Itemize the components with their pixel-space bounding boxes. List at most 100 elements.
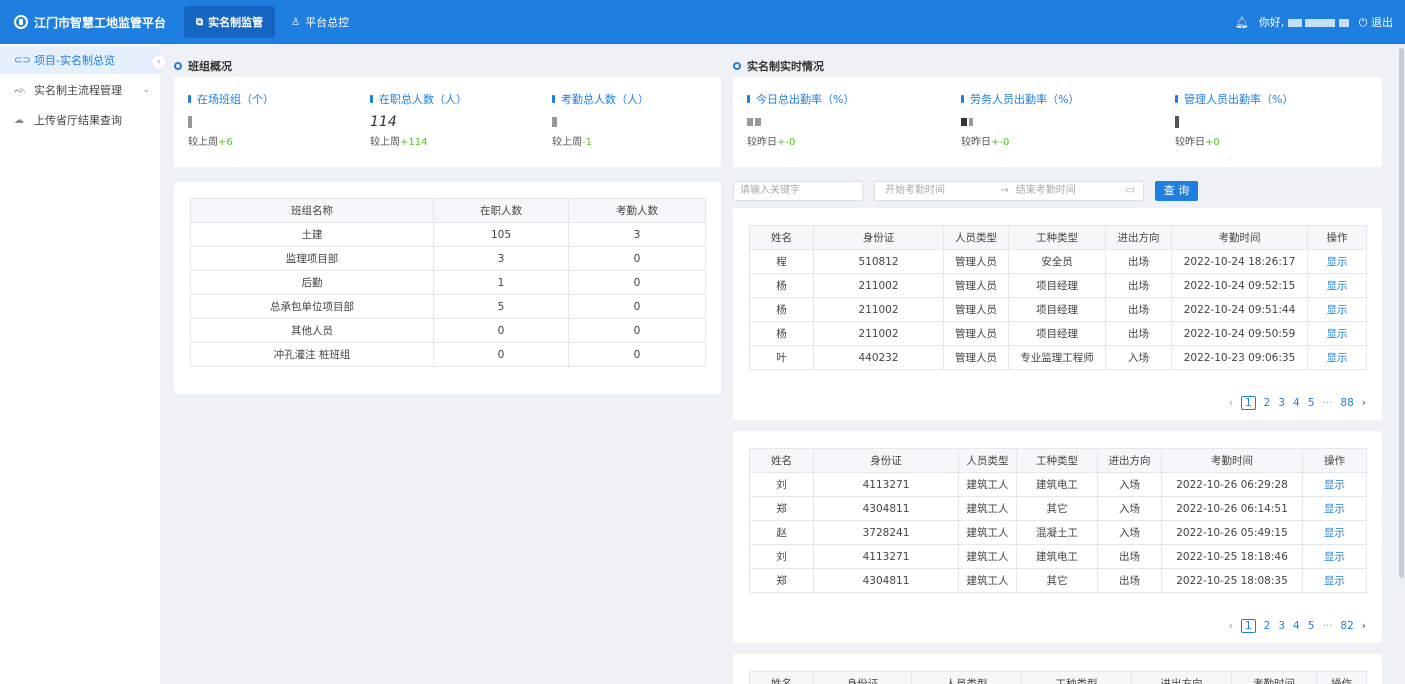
calendar-icon: ▭ xyxy=(1125,185,1135,196)
table-cell: 叶 xyxy=(749,345,814,370)
query-button[interactable]: 查 询 xyxy=(1155,181,1198,201)
tab-platform-control[interactable]: ♙ 平台总控 xyxy=(279,6,361,38)
prev-page-button[interactable]: ‹ xyxy=(1229,620,1233,632)
last-page-button[interactable]: 88 xyxy=(1340,397,1353,409)
collapse-sidebar-button[interactable]: ‹ xyxy=(151,54,167,70)
team-overview-title: 班组概况 xyxy=(174,58,232,74)
worker-attendance-table: 姓名 身份证 人员类型 工种类型 进出方向 考勤时间 操作 刘 4113271 建筑工人 建筑电工… xyxy=(749,448,1367,593)
table-cell: 建筑工人 xyxy=(958,496,1017,521)
management-attendance-table: 姓名 身份证 人员类型 工种类型 进出方向 考勤时间 操作 程 510812 管理人员 安全员 出场… xyxy=(749,225,1367,370)
team-table: 班组名称 在职人数 考勤人数 土建 105 3 监理项目部 3 0 后勤 1 0 总承包单位项目部 5 0… xyxy=(190,198,706,367)
next-page-button[interactable]: › xyxy=(1362,397,1366,409)
column-header: 操作 xyxy=(1307,225,1367,250)
sidebar-item-realname-overview[interactable]: ⊂⊃ 项目-实名制总览 xyxy=(0,46,160,74)
show-detail-link[interactable]: 显示 xyxy=(1324,479,1345,491)
third-attendance-card: 姓名 身份证 人员类型 工种类型 进出方向 考勤时间 操作 xyxy=(733,654,1382,684)
page-button[interactable]: 3 xyxy=(1278,397,1285,409)
column-header: 工种类型 xyxy=(1016,448,1098,473)
show-detail-link[interactable]: 显示 xyxy=(1324,575,1345,587)
table-cell: 管理人员 xyxy=(943,321,1009,346)
id-card-icon: ⧉ xyxy=(196,16,204,28)
page-button[interactable]: 4 xyxy=(1293,620,1300,632)
table-row: 其他人员 0 0 xyxy=(190,318,706,343)
show-detail-link[interactable]: 显示 xyxy=(1327,256,1348,268)
table-cell: 211002 xyxy=(813,273,944,298)
table-cell: 2022-10-25 18:18:46 xyxy=(1161,544,1303,569)
show-detail-link[interactable]: 显示 xyxy=(1327,304,1348,316)
table-cell: 管理人员 xyxy=(943,273,1009,298)
table-cell: 杨 xyxy=(749,297,814,322)
table-cell: 5 xyxy=(433,294,569,319)
table-cell: 2022-10-26 06:14:51 xyxy=(1161,496,1303,521)
last-page-button[interactable]: 82 xyxy=(1340,620,1353,632)
column-header: 考勤时间 xyxy=(1161,448,1303,473)
show-detail-link[interactable]: 显示 xyxy=(1324,527,1345,539)
bell-icon[interactable]: 🔔︎ xyxy=(1235,16,1249,29)
page-scrollbar-thumb[interactable] xyxy=(1399,48,1404,578)
page-button[interactable]: 5 xyxy=(1308,397,1315,409)
table-cell: 杨 xyxy=(749,321,814,346)
column-header: 身份证 xyxy=(813,671,912,684)
page-button[interactable]: 2 xyxy=(1264,397,1271,409)
table-cell: 510812 xyxy=(813,249,944,274)
table-cell: 入场 xyxy=(1097,496,1162,521)
column-header: 操作 xyxy=(1302,448,1367,473)
column-header: 考勤时间 xyxy=(1231,671,1317,684)
page-button[interactable]: 1 xyxy=(1240,619,1256,633)
table-cell: 入场 xyxy=(1097,472,1162,497)
table-cell: 建筑电工 xyxy=(1016,544,1098,569)
link-icon: ⊂⊃ xyxy=(14,54,31,66)
sidebar: ⊂⊃ 项目-实名制总览 ᨒ 实名制主流程管理 ⌄ ☁︎ 上传省厅结果查询 xyxy=(0,44,160,684)
sidebar-item-upload-query[interactable]: ☁︎ 上传省厅结果查询 xyxy=(0,106,160,134)
table-row: 冲孔灌注 桩班组 0 0 xyxy=(190,342,706,367)
column-header: 人员类型 xyxy=(958,448,1017,473)
show-detail-link[interactable]: 显示 xyxy=(1327,280,1348,292)
table-cell: 建筑工人 xyxy=(958,568,1017,593)
table-cell: 总承包单位项目部 xyxy=(190,294,434,319)
page-button[interactable]: 5 xyxy=(1308,620,1315,632)
page-button[interactable]: 1 xyxy=(1240,396,1256,410)
attendance-date-range-picker[interactable]: 开始考勤时间 → 结束考勤时间 ▭ xyxy=(874,181,1144,201)
table-cell: 显示 xyxy=(1302,520,1367,545)
prev-page-button[interactable]: ‹ xyxy=(1229,397,1233,409)
table-cell: 0 xyxy=(568,342,706,367)
more-pages-ellipsis[interactable]: ··· xyxy=(1322,397,1332,409)
table-cell: 2022-10-25 18:08:35 xyxy=(1161,568,1303,593)
table-cell: 2022-10-23 09:06:35 xyxy=(1171,345,1308,370)
logout-button[interactable]: ⏻ 退出 xyxy=(1359,14,1393,30)
cloud-icon: ☁︎ xyxy=(14,114,24,126)
column-header: 身份证 xyxy=(813,448,959,473)
table-cell: 显示 xyxy=(1302,496,1367,521)
keyword-search-input[interactable]: 请输入关键字 xyxy=(733,181,863,201)
table-row: 杨 211002 管理人员 项目经理 出场 2022-10-24 09:50:59 显示 xyxy=(749,321,1367,346)
show-detail-link[interactable]: 显示 xyxy=(1324,551,1345,563)
table-cell: 程 xyxy=(749,249,814,274)
tab-realname-supervision[interactable]: ⧉ 实名制监管 xyxy=(184,6,276,38)
table-cell: 后勤 xyxy=(190,270,434,295)
table-cell: 显示 xyxy=(1307,297,1367,322)
show-detail-link[interactable]: 显示 xyxy=(1327,352,1348,364)
sidebar-item-process-management[interactable]: ᨒ 实名制主流程管理 ⌄ xyxy=(0,76,160,104)
column-header: 班组名称 xyxy=(190,198,434,223)
table-cell: 入场 xyxy=(1097,520,1162,545)
page-button[interactable]: 3 xyxy=(1278,620,1285,632)
table-cell: 3 xyxy=(568,222,706,247)
show-detail-link[interactable]: 显示 xyxy=(1327,328,1348,340)
table-cell: 4304811 xyxy=(813,496,959,521)
platform-brand[interactable]: 江门市智慧工地监管平台 xyxy=(0,0,170,44)
realtime-title: 实名制实时情况 xyxy=(733,58,824,74)
table-row: 杨 211002 管理人员 项目经理 出场 2022-10-24 09:52:15 显示 xyxy=(749,273,1367,298)
table-cell: 0 xyxy=(568,318,706,343)
column-header: 在职人数 xyxy=(433,198,569,223)
table-cell: 4304811 xyxy=(813,568,959,593)
table-cell: 2022-10-26 05:49:15 xyxy=(1161,520,1303,545)
table-cell: 0 xyxy=(433,342,569,367)
table-cell: 显示 xyxy=(1302,544,1367,569)
more-pages-ellipsis[interactable]: ··· xyxy=(1322,620,1332,632)
show-detail-link[interactable]: 显示 xyxy=(1324,503,1345,515)
next-page-button[interactable]: › xyxy=(1362,620,1366,632)
page-button[interactable]: 2 xyxy=(1264,620,1271,632)
table-cell: 入场 xyxy=(1105,345,1172,370)
table-cell: 211002 xyxy=(813,321,944,346)
page-button[interactable]: 4 xyxy=(1293,397,1300,409)
